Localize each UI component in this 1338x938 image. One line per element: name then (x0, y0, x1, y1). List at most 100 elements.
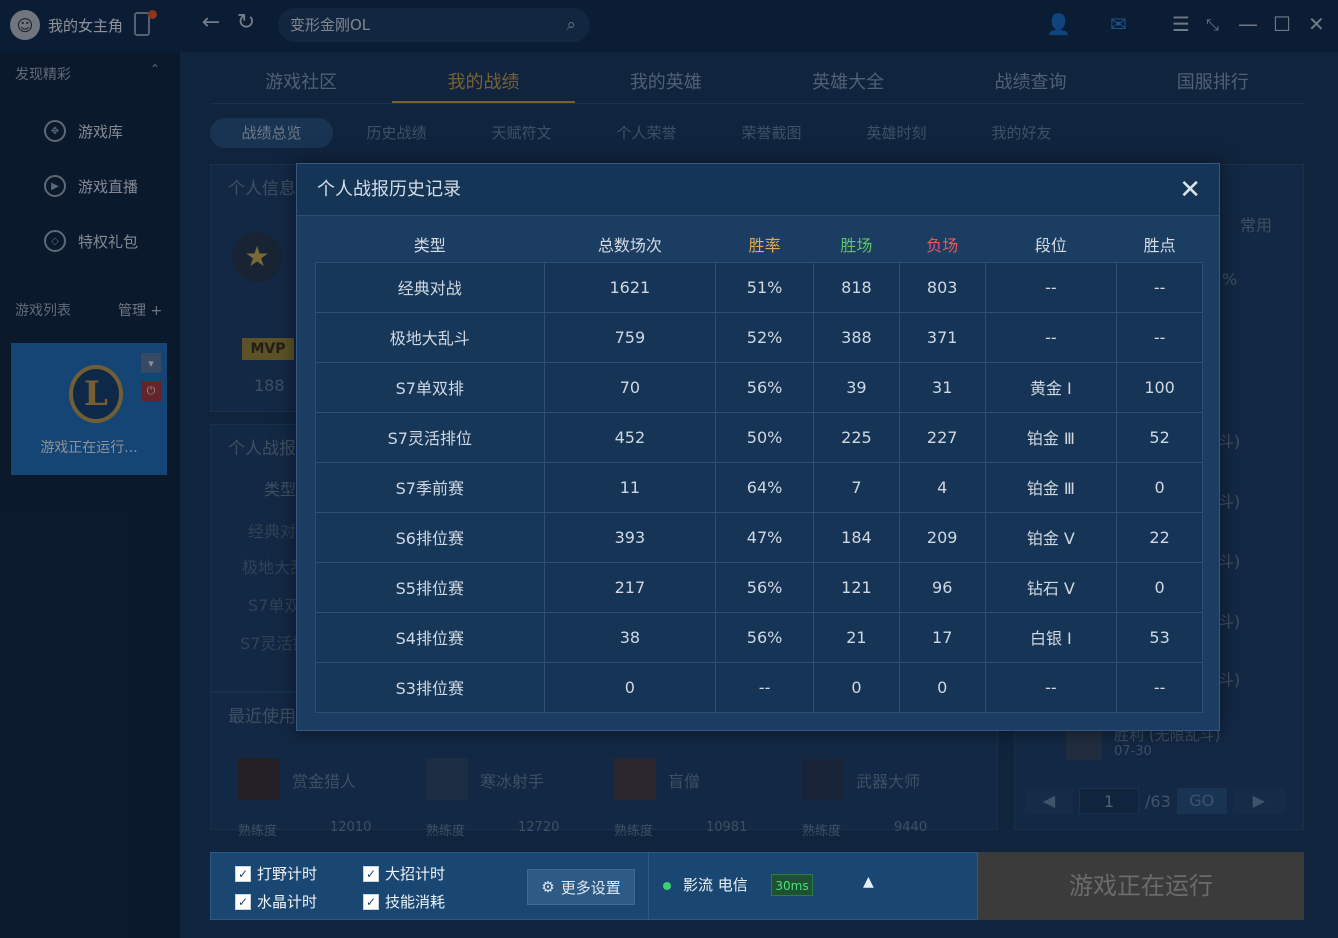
checkbox-checked-icon: ✓ (363, 893, 379, 910)
table-cell: 217 (543, 561, 717, 613)
skill-cost-checkbox[interactable]: ✓ 技能消耗 (363, 891, 445, 912)
table-cell: 52% (715, 311, 815, 363)
table-cell: 100 (1116, 361, 1203, 413)
table-row: S7单双排 70 56% 39 31 黄金 I 100 (315, 361, 1203, 413)
jungle-timer-checkbox[interactable]: ✓ 打野计时 (235, 863, 317, 884)
table-cell: 56% (715, 611, 815, 663)
table-row: S4排位赛 38 56% 21 17 白银 I 53 (315, 611, 1203, 663)
ping-badge: 30ms (771, 874, 813, 896)
table-cell: 64% (715, 461, 815, 513)
table-cell: 51% (715, 261, 815, 313)
table-cell: 0 (543, 661, 717, 713)
server-name: 影流 电信 (683, 876, 748, 894)
table-cell: 17 (898, 611, 986, 663)
table-cell: 50% (715, 411, 815, 463)
table-cell: 121 (813, 561, 900, 613)
game-running-button[interactable]: 游戏正在运行 (978, 852, 1304, 920)
table-row: 极地大乱斗 759 52% 388 371 -- -- (315, 311, 1203, 363)
table-cell: 0 (1116, 461, 1203, 513)
table-cell: 39 (813, 361, 900, 413)
ultimate-timer-checkbox[interactable]: ✓ 大招计时 (363, 863, 445, 884)
table-cell: 47% (715, 511, 815, 563)
column-header: 类型 (413, 235, 446, 255)
column-header: 段位 (1034, 235, 1067, 255)
column-header: 胜场 (840, 235, 873, 255)
modal-title: 个人战报历史记录 (317, 179, 461, 200)
table-cell: 1621 (543, 261, 717, 313)
table-cell: 96 (898, 561, 986, 613)
column-header: 胜点 (1143, 235, 1176, 255)
table-cell: 钻石 V (984, 561, 1118, 613)
table-cell: S4排位赛 (315, 611, 545, 663)
table-row: S3排位赛 0 -- 0 0 -- -- (315, 661, 1203, 713)
table-cell: S6排位赛 (315, 511, 545, 563)
stats-history-modal: 个人战报历史记录 ✕ 类型 总数场次 胜率 胜场 负场 段位 胜点 经典对战 1621 51% 8… (296, 163, 1220, 731)
table-cell: -- (715, 661, 815, 713)
checkbox-checked-icon: ✓ (235, 893, 251, 910)
table-row: S6排位赛 393 47% 184 209 铂金 V 22 (315, 511, 1203, 563)
table-cell: 70 (543, 361, 717, 413)
table-cell: 7 (813, 461, 900, 513)
table-cell: 22 (1116, 511, 1203, 563)
table-cell: 52 (1116, 411, 1203, 463)
close-icon[interactable]: ✕ (1179, 174, 1201, 206)
table-cell: 371 (898, 311, 986, 363)
column-header: 胜率 (748, 235, 781, 255)
table-cell: -- (1116, 661, 1203, 713)
more-settings-button[interactable]: ⚙ 更多设置 (527, 869, 635, 905)
table-cell: 21 (813, 611, 900, 663)
checkbox-checked-icon: ✓ (363, 865, 379, 882)
table-cell: S7灵活排位 (315, 411, 545, 463)
table-row: S7灵活排位 452 50% 225 227 铂金 Ⅲ 52 (315, 411, 1203, 463)
table-cell: 393 (543, 511, 717, 563)
table-cell: -- (984, 311, 1118, 363)
table-cell: 225 (813, 411, 900, 463)
table-cell: 452 (543, 411, 717, 463)
table-cell: -- (1116, 311, 1203, 363)
table-cell: 759 (543, 311, 717, 363)
more-settings-label: 更多设置 (560, 878, 621, 897)
table-cell: 白银 I (984, 611, 1118, 663)
table-body: 经典对战 1621 51% 818 803 -- -- 极地大乱斗 759 52% 388 371 --… (315, 261, 1203, 713)
table-cell: 铂金 Ⅲ (984, 411, 1118, 463)
table-row: S7季前赛 11 64% 7 4 铂金 Ⅲ0 (315, 461, 1203, 513)
table-cell: -- (984, 261, 1118, 313)
table-cell: 经典对战 (315, 261, 545, 313)
table-cell: 11 (543, 461, 717, 513)
table-cell: 184 (813, 511, 900, 563)
checkbox-label: 技能消耗 (385, 893, 446, 911)
network-status[interactable]: 影流 电信 30ms ▲ (648, 852, 974, 920)
table-cell: 209 (898, 511, 986, 563)
checkbox-label: 打野计时 (257, 865, 318, 883)
table-cell: 极地大乱斗 (315, 311, 545, 363)
table-cell: 31 (898, 361, 986, 413)
table-header-row: 类型 总数场次 胜率 胜场 负场 段位 胜点 (316, 226, 1203, 262)
table-row: S5排位赛 217 56% 121 96 钻石 V0 (315, 561, 1203, 613)
table-cell: 0 (1116, 561, 1203, 613)
table-cell: 4 (898, 461, 986, 513)
table-cell: 黄金 I (984, 361, 1118, 413)
table-cell: 0 (898, 661, 986, 713)
table-cell: 铂金 V (984, 511, 1118, 563)
column-header: 负场 (926, 235, 959, 255)
table-cell: 227 (898, 411, 986, 463)
table-cell: -- (984, 661, 1118, 713)
modal-header: 个人战报历史记录 ✕ (297, 164, 1219, 216)
table-cell: -- (1116, 261, 1203, 313)
table-cell: 0 (813, 661, 900, 713)
gear-icon: ⚙ (541, 878, 555, 896)
table-cell: 803 (898, 261, 986, 313)
expand-up-icon[interactable]: ▲ (863, 874, 874, 890)
table-row: 经典对战 1621 51% 818 803 -- -- (315, 261, 1203, 313)
table-cell: S5排位赛 (315, 561, 545, 613)
table-cell: 铂金 Ⅲ (984, 461, 1118, 513)
table-cell: S7单双排 (315, 361, 545, 413)
table-cell: 56% (715, 561, 815, 613)
table-cell: 56% (715, 361, 815, 413)
checkbox-label: 大招计时 (385, 865, 446, 883)
checkbox-label: 水晶计时 (257, 893, 318, 911)
crystal-timer-checkbox[interactable]: ✓ 水晶计时 (235, 891, 317, 912)
table-cell: S7季前赛 (315, 461, 545, 513)
stats-table: 类型 总数场次 胜率 胜场 负场 段位 胜点 经典对战 1621 51% 818 803 -- -- 极地… (315, 226, 1203, 713)
table-cell: 53 (1116, 611, 1203, 663)
